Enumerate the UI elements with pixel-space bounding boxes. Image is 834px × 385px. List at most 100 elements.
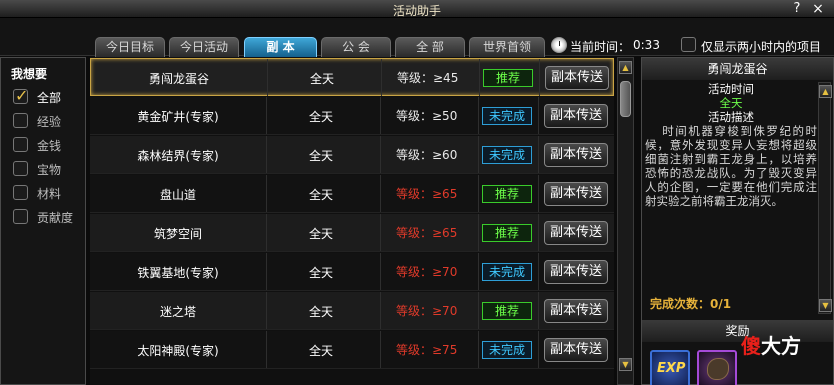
scroll-down-arrow-icon[interactable]: ▼ <box>619 358 632 371</box>
filter-all[interactable]: 全部 <box>13 86 85 105</box>
clock-icon <box>551 37 567 53</box>
activity-row[interactable]: 勇闯龙蛋谷 全天 等级：≥45 推荐 副本传送 <box>90 58 614 96</box>
dungeon-teleport-button[interactable]: 副本传送 <box>544 260 608 284</box>
column-divider <box>380 253 381 290</box>
filter-exp-checkbox[interactable] <box>13 113 28 128</box>
tab-dungeon[interactable]: 副 本 <box>244 37 317 57</box>
status-badge: 未完成 <box>482 107 532 125</box>
tab-world-boss[interactable]: 世界首领 <box>469 37 545 57</box>
filter-material[interactable]: 材料 <box>13 183 85 201</box>
current-time-label: 当前时间： <box>570 40 631 54</box>
completion-count: 完成次数：0/1 <box>650 297 732 311</box>
status-badge: 推荐 <box>482 224 532 242</box>
activity-level: 等级：≥70 <box>396 265 458 279</box>
activity-row[interactable]: 盘山道 全天 等级：≥65 推荐 副本传送 <box>90 175 614 213</box>
activity-row[interactable]: 铁翼基地(专家) 全天 等级：≥70 未完成 副本传送 <box>90 253 614 291</box>
activity-name: 筑梦空间 <box>153 227 202 241</box>
detail-scrollbar[interactable]: ▲ ▼ <box>818 82 832 314</box>
column-divider <box>478 253 479 290</box>
dungeon-teleport-button[interactable]: 副本传送 <box>544 299 608 323</box>
close-button[interactable]: × <box>810 1 826 17</box>
filter-exp-label: 经验 <box>37 115 62 129</box>
column-divider <box>478 175 479 212</box>
column-divider <box>380 136 381 173</box>
activity-name: 铁翼基地(专家) <box>137 266 219 280</box>
detail-time-value: 全天 <box>719 96 743 110</box>
help-button[interactable]: ? <box>790 1 804 17</box>
dungeon-teleport-button[interactable]: 副本传送 <box>544 338 608 362</box>
watermark-part2: 大方 <box>761 334 801 358</box>
two-hour-checkbox[interactable] <box>681 37 696 52</box>
detail-title: 勇闯龙蛋谷 <box>642 58 833 80</box>
activity-time: 全天 <box>308 305 333 319</box>
filter-all-label: 全部 <box>37 91 62 105</box>
filter-all-checkbox[interactable] <box>13 86 28 105</box>
column-divider <box>538 292 539 329</box>
filter-contribution-label: 贡献度 <box>37 211 74 225</box>
dungeon-teleport-button[interactable]: 副本传送 <box>544 104 608 128</box>
column-divider <box>479 59 480 96</box>
activity-name: 太阳神殿(专家) <box>137 344 219 358</box>
filter-money-checkbox[interactable] <box>13 137 28 152</box>
scroll-down-arrow-icon[interactable]: ▼ <box>819 299 832 312</box>
tab-today-activities[interactable]: 今日活动 <box>169 37 239 57</box>
column-divider <box>380 292 381 329</box>
column-divider <box>380 175 381 212</box>
dungeon-teleport-button[interactable]: 副本传送 <box>545 66 609 90</box>
filter-treasure-checkbox[interactable] <box>13 161 28 176</box>
activity-row[interactable]: 太阳神殿(专家) 全天 等级：≥75 未完成 副本传送 <box>90 331 614 369</box>
title-bar: 活动助手 ? × <box>0 0 834 18</box>
tab-today-goals[interactable]: 今日目标 <box>95 37 165 57</box>
window-title: 活动助手 <box>392 4 441 18</box>
activity-level: 等级：≥60 <box>396 148 458 162</box>
dungeon-teleport-button[interactable]: 副本传送 <box>544 143 608 167</box>
scroll-up-arrow-icon[interactable]: ▲ <box>819 85 832 98</box>
activity-time: 全天 <box>308 344 333 358</box>
activity-level: 等级：≥70 <box>396 304 458 318</box>
filter-treasure[interactable]: 宝物 <box>13 159 85 177</box>
column-divider <box>538 136 539 173</box>
activity-time: 全天 <box>308 227 333 241</box>
activity-name: 森林结界(专家) <box>137 149 219 163</box>
activity-time: 全天 <box>308 188 333 202</box>
watermark-logo: 傻大方 <box>741 330 801 359</box>
current-time-value: 0:33 <box>633 38 660 52</box>
filter-contribution-checkbox[interactable] <box>13 209 28 224</box>
column-divider <box>539 59 540 96</box>
filter-contribution[interactable]: 贡献度 <box>13 207 85 225</box>
dinosaur-reward-icon[interactable] <box>697 350 737 385</box>
status-badge: 未完成 <box>482 341 532 359</box>
status-badge: 推荐 <box>483 69 533 87</box>
detail-time-heading: 活动时间 <box>708 82 754 96</box>
activity-list-scrollbar[interactable]: ▲ ▼ <box>617 57 634 385</box>
filter-money[interactable]: 金钱 <box>13 135 85 153</box>
activity-name: 黄金矿井(专家) <box>137 110 219 124</box>
activity-row[interactable]: 森林结界(专家) 全天 等级：≥60 未完成 副本传送 <box>90 136 614 174</box>
column-divider <box>380 214 381 251</box>
activity-row[interactable]: 筑梦空间 全天 等级：≥65 推荐 副本传送 <box>90 214 614 252</box>
activity-level: 等级：≥75 <box>396 343 458 357</box>
two-hour-filter-label: 仅显示两小时内的项目 <box>701 40 822 54</box>
dungeon-teleport-button[interactable]: 副本传送 <box>544 182 608 206</box>
tab-all[interactable]: 全 部 <box>395 37 465 57</box>
dinosaur-shape <box>707 358 729 380</box>
filter-title: 我想要 <box>11 67 48 81</box>
detail-desc-heading: 活动描述 <box>708 110 754 124</box>
dungeon-teleport-button[interactable]: 副本传送 <box>544 221 608 245</box>
filter-material-checkbox[interactable] <box>13 185 28 200</box>
activity-time: 全天 <box>308 266 333 280</box>
tab-guild[interactable]: 公 会 <box>321 37 391 57</box>
scroll-thumb[interactable] <box>620 81 631 117</box>
scroll-up-arrow-icon[interactable]: ▲ <box>619 61 632 74</box>
column-divider <box>478 97 479 134</box>
exp-reward-icon[interactable]: EXP <box>650 350 690 385</box>
activity-row[interactable]: 迷之塔 全天 等级：≥70 推荐 副本传送 <box>90 292 614 330</box>
activity-row[interactable]: 黄金矿井(专家) 全天 等级：≥50 未完成 副本传送 <box>90 97 614 135</box>
activity-level: 等级：≥65 <box>396 187 458 201</box>
status-badge: 未完成 <box>482 146 532 164</box>
column-divider <box>380 331 381 368</box>
detail-body: 活动时间 全天 活动描述 时间机器穿梭到侏罗纪的时候，意外发现变异人妄想将超级细… <box>645 82 817 290</box>
activity-level: 等级：≥45 <box>397 71 459 85</box>
filter-exp[interactable]: 经验 <box>13 111 85 129</box>
activity-list: 勇闯龙蛋谷 全天 等级：≥45 推荐 副本传送 黄金矿井(专家) 全天 等级：≥… <box>90 57 614 385</box>
